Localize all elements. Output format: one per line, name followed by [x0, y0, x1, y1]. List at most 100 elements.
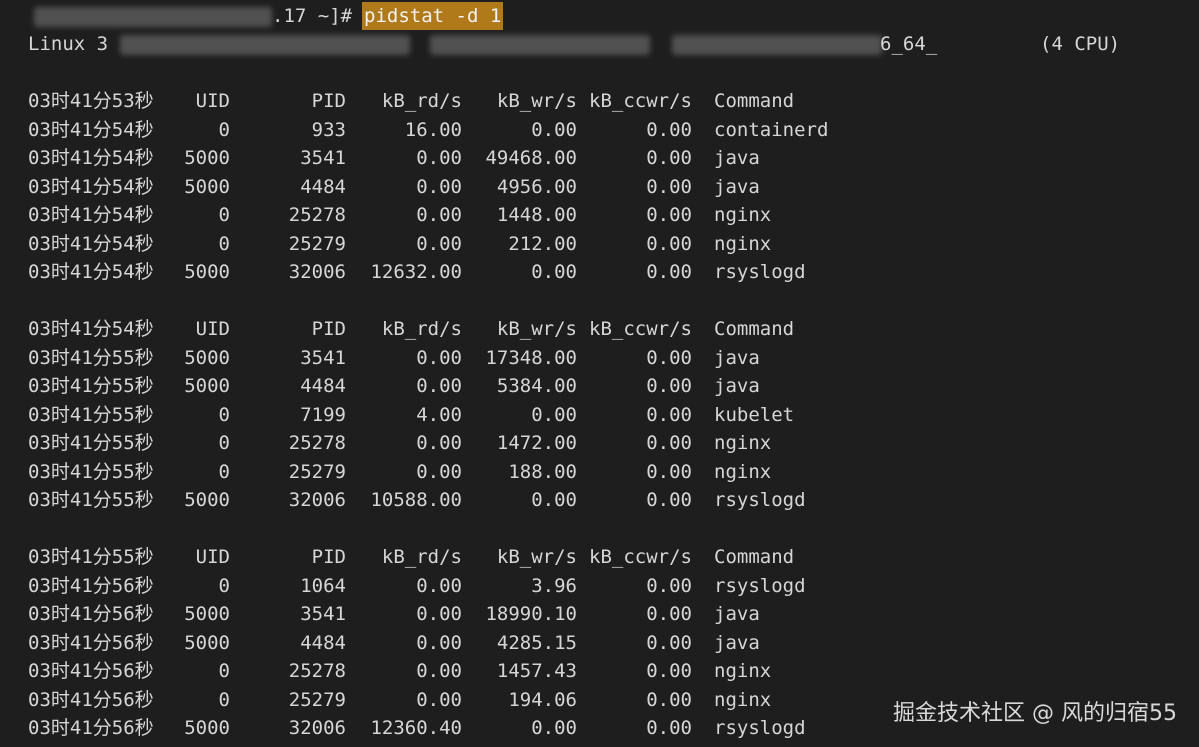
header-command-cell: Command [714, 90, 795, 112]
kb-rd-cell: 16.00 [404, 118, 462, 141]
pid-cell: 3541 [300, 147, 346, 169]
command-text[interactable]: pidstat -d 1 [362, 2, 504, 30]
header-kb-wr-cell: kB_wr/s [496, 318, 577, 340]
header-kb-ccwr-cell: kB_ccwr/s [589, 546, 692, 568]
terminal-window[interactable]: .17 ~]# pidstat -d 1 Linux 3 6_64_ (4 CP… [0, 0, 1199, 747]
prompt-fragment: .17 ~]# [272, 5, 364, 27]
header-kb-wr-cell: kB_wr/s [496, 90, 577, 112]
time-cell: 03时41分54秒 [28, 232, 154, 255]
kb-wr-cell: 0.00 [531, 489, 577, 511]
command-cell: kubelet [714, 403, 795, 426]
command-cell: nginx [714, 204, 772, 226]
watermark: 掘金技术社区 @ 风的归宿55 [893, 701, 1177, 726]
pid-cell: 32006 [288, 261, 346, 283]
redacted-host [672, 35, 882, 55]
prompt-line: .17 ~]# pidstat -d 1 [0, 2, 1199, 30]
time-cell: 03时41分56秒 [28, 574, 154, 597]
kb-ccwr-cell: 0.00 [646, 489, 692, 511]
header-command-cell: Command [714, 546, 795, 568]
table-row: 03时41分54秒 0 25279 0.00 212.00 0.00 nginx [0, 230, 1199, 258]
table-row: 03时41分54秒 5000 32006 12632.00 0.00 0.00 rsyslo… [0, 258, 1199, 286]
kb-rd-cell: 0.00 [416, 631, 462, 654]
table-row: 03时41分55秒 0 25279 0.00 188.00 0.00 nginx [0, 458, 1199, 486]
kb-ccwr-cell: 0.00 [646, 204, 692, 226]
uid-cell: 0 [218, 688, 230, 711]
uid-cell: 5000 [184, 631, 230, 654]
uid-cell: 5000 [184, 346, 230, 369]
kb-rd-cell: 0.00 [416, 574, 462, 597]
uid-cell: 0 [218, 232, 230, 255]
time-cell: 03时41分54秒 [28, 147, 154, 169]
header-kb-rd-cell: kB_rd/s [381, 546, 462, 568]
table-row: 03时41分56秒 0 1064 0.00 3.96 0.00 rsyslogd [0, 572, 1199, 600]
uid-cell: 0 [218, 204, 230, 226]
kb-wr-cell: 18990.10 [485, 603, 577, 625]
command-cell: java [714, 346, 760, 369]
table-header-row: 03时41分53秒 UID PID kB_rd/s kB_wr/s kB_ccwr/s Co… [0, 87, 1199, 115]
header-uid-cell: UID [195, 318, 230, 340]
kb-wr-cell: 1448.00 [496, 204, 577, 226]
command-cell: java [714, 375, 760, 397]
table-row: 03时41分55秒 5000 4484 0.00 5384.00 0.00 java [0, 372, 1199, 400]
pid-cell: 3541 [300, 603, 346, 625]
command-cell: rsyslogd [714, 489, 806, 511]
table-header-row: 03时41分55秒 UID PID kB_rd/s kB_wr/s kB_ccwr/s Co… [0, 543, 1199, 571]
kb-rd-cell: 0.00 [416, 660, 462, 682]
kb-ccwr-cell: 0.00 [646, 631, 692, 654]
header-command-cell: Command [714, 318, 795, 340]
kb-rd-cell: 0.00 [416, 346, 462, 369]
table-row: 03时41分56秒 5000 3541 0.00 18990.10 0.00 java [0, 600, 1199, 628]
table-row: 03时41分54秒 5000 3541 0.00 49468.00 0.00 java [0, 144, 1199, 172]
pid-cell: 4484 [300, 631, 346, 654]
table-row: 03时41分55秒 0 7199 4.00 0.00 0.00 kubelet [0, 401, 1199, 429]
time-cell: 03时41分55秒 [28, 346, 154, 369]
kb-wr-cell: 17348.00 [485, 346, 577, 369]
kb-wr-cell: 0.00 [531, 403, 577, 426]
uid-cell: 0 [218, 403, 230, 426]
uid-cell: 5000 [184, 375, 230, 397]
pid-cell: 4484 [300, 375, 346, 397]
kb-wr-cell: 0.00 [531, 261, 577, 283]
kb-rd-cell: 0.00 [416, 204, 462, 226]
table-header-row: 03时41分54秒 UID PID kB_rd/s kB_wr/s kB_ccwr/s Co… [0, 315, 1199, 343]
table-row: 03时41分54秒 5000 4484 0.00 4956.00 0.00 java [0, 173, 1199, 201]
kb-rd-cell: 12632.00 [370, 261, 462, 283]
kb-ccwr-cell: 0.00 [646, 574, 692, 597]
kb-rd-cell: 0.00 [416, 375, 462, 397]
kb-rd-cell: 0.00 [416, 460, 462, 483]
kb-ccwr-cell: 0.00 [646, 118, 692, 141]
header-kb-wr-cell: kB_wr/s [496, 546, 577, 568]
time-cell: 03时41分56秒 [28, 603, 154, 625]
uid-cell: 5000 [184, 147, 230, 169]
uid-cell: 0 [218, 432, 230, 454]
time-cell: 03时41分55秒 [28, 432, 154, 454]
os-name: Linux 3 [28, 33, 109, 55]
table-row: 03时41分56秒 0 25278 0.00 1457.43 0.00 nginx [0, 657, 1199, 685]
kb-wr-cell: 1472.00 [496, 432, 577, 454]
kb-ccwr-cell: 0.00 [646, 175, 692, 198]
kb-ccwr-cell: 0.00 [646, 603, 692, 625]
kb-wr-cell: 49468.00 [485, 147, 577, 169]
time-cell: 03时41分55秒 [28, 489, 154, 511]
header-kb-ccwr-cell: kB_ccwr/s [589, 90, 692, 112]
pid-cell: 25279 [288, 688, 346, 711]
header-pid-cell: PID [311, 318, 346, 340]
command-cell: nginx [714, 688, 772, 711]
time-cell: 03时41分56秒 [28, 717, 154, 739]
table-row: 03时41分55秒 5000 32006 10588.00 0.00 0.00 rsyslo… [0, 486, 1199, 514]
pid-cell: 25278 [288, 432, 346, 454]
kb-wr-cell: 5384.00 [496, 375, 577, 397]
command-cell: java [714, 147, 760, 169]
uid-cell: 5000 [184, 603, 230, 625]
uid-cell: 0 [218, 660, 230, 682]
time-cell: 03时41分55秒 [28, 460, 154, 483]
kb-wr-cell: 188.00 [508, 460, 577, 483]
header-kb-rd-cell: kB_rd/s [381, 318, 462, 340]
kb-wr-cell: 194.06 [508, 688, 577, 711]
kb-ccwr-cell: 0.00 [646, 346, 692, 369]
time-cell: 03时41分56秒 [28, 631, 154, 654]
kb-rd-cell: 4.00 [416, 403, 462, 426]
time-cell: 03时41分54秒 [28, 261, 154, 283]
uid-cell: 0 [218, 460, 230, 483]
kb-wr-cell: 4285.15 [496, 631, 577, 654]
